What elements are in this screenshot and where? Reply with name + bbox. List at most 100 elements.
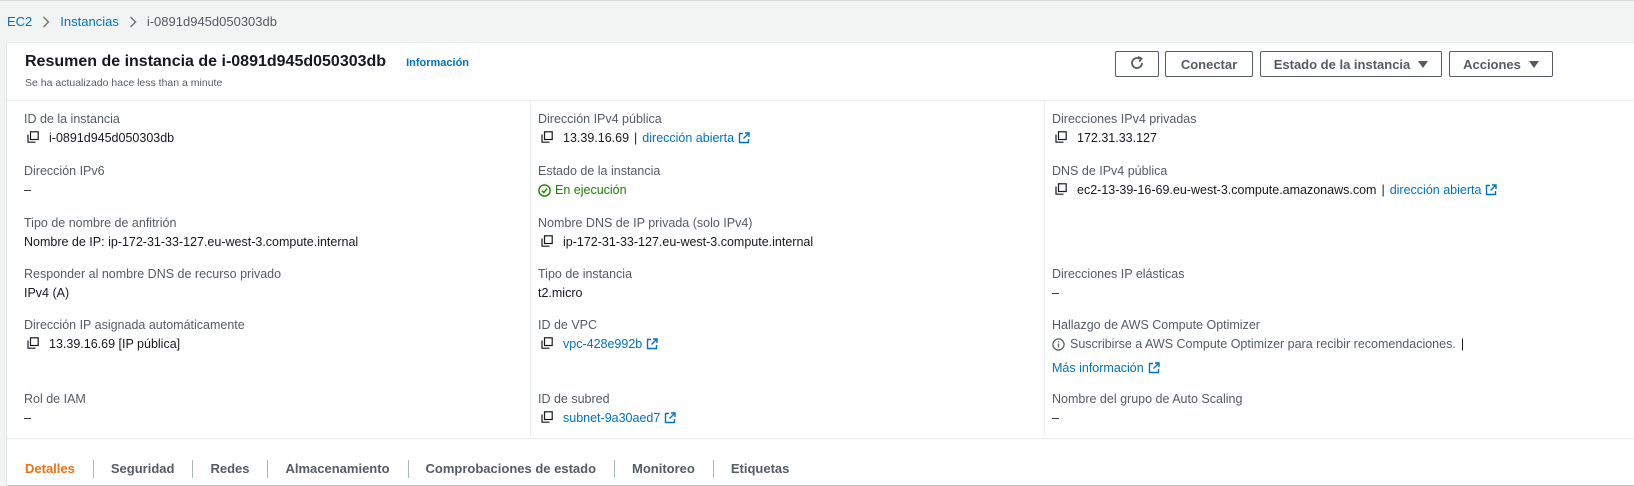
field-label: ID de la instancia [24,112,120,126]
external-link-icon [647,338,658,350]
instance-id-value: i-0891d945d050303db [49,131,175,145]
auto-ip-value: 13.39.16.69 [IP pública] [49,337,181,351]
tab-storage[interactable]: Almacenamiento [267,455,407,486]
more-info-link[interactable]: Más información [1052,360,1160,376]
page-title: Resumen de instancia de i-0891d945d05030… [25,53,387,70]
field-label: Tipo de nombre de anfitrión [24,216,177,230]
field-auto-ip: Dirección IP asignada automáticamente 13… [24,317,245,352]
breadcrumb-current: i-0891d945d050303db [146,14,277,29]
field-instance-state: Estado de la instancia En ejecución [538,163,660,198]
caret-down-icon [1418,57,1429,72]
field-public-ipv4: Dirección IPv4 pública 13.39.16.69 | dir… [538,111,750,146]
info-link[interactable]: Información [406,57,469,69]
external-link-icon [1486,184,1498,196]
chevron-right-icon [42,16,50,28]
tab-security[interactable]: Seguridad [92,455,193,486]
chevron-right-icon [129,16,137,28]
info-icon [1052,337,1065,351]
copy-icon[interactable] [541,337,555,351]
field-label: Nombre DNS de IP privada (solo IPv4) [538,216,753,230]
field-iam-role: Rol de IAM – [24,391,86,426]
tab-monitoring[interactable]: Monitoreo [614,455,713,486]
field-private-dns: Nombre DNS de IP privada (solo IPv4) ip-… [538,215,813,250]
elastic-ip-value: – [1052,286,1059,300]
field-hostname-type: Tipo de nombre de anfitrión Nombre de IP… [24,215,358,250]
tab-details[interactable]: Detalles [7,455,93,486]
private-ipv4-value: 172.31.33.127 [1077,131,1157,145]
copy-icon[interactable] [27,337,41,351]
subnet-link[interactable]: subnet-9a30aed7 [563,410,677,426]
instance-state-label: Estado de la instancia [1273,56,1411,72]
field-label: ID de subred [538,392,610,406]
field-label: Hallazgo de AWS Compute Optimizer [1052,318,1260,332]
optimizer-value: Suscribirse a AWS Compute Optimizer para… [1070,337,1456,351]
breadcrumb: EC2 Instancias i-0891d945d050303db [0,0,1634,42]
actions-label: Acciones [1463,56,1521,72]
vpc-link[interactable]: vpc-428e992b [563,336,658,352]
tab-networking[interactable]: Redes [192,455,267,486]
field-vpc-id: ID de VPC vpc-428e992b [538,317,658,352]
field-subnet-id: ID de subred subnet-9a30aed7 [538,391,677,426]
subnet-id-value: subnet-9a30aed7 [563,411,661,425]
copy-icon[interactable] [541,235,555,249]
instance-state-value: En ejecución [555,183,627,197]
instance-type-value: t2.micro [538,286,583,300]
last-updated-text: Se ha actualizado hace less than a minut… [25,77,223,89]
check-circle-icon [538,183,551,197]
field-label: Dirección IPv6 [24,164,105,178]
refresh-icon [1129,55,1145,74]
separator: | [634,131,638,145]
instance-state-dropdown[interactable]: Estado de la instancia [1260,51,1442,77]
field-instance-type: Tipo de instancia t2.micro [538,266,632,301]
private-dns-value: ip-172-31-33-127.eu-west-3.compute.inter… [563,235,814,249]
field-label: Tipo de instancia [538,267,633,281]
field-label: Direcciones IPv4 privadas [1052,112,1197,126]
column-divider [530,101,531,436]
separator: | [1460,337,1465,351]
vpc-id-value: vpc-428e992b [563,337,643,351]
open-address-label: dirección abierta [642,131,735,145]
field-label: Direcciones IP elásticas [1052,267,1185,281]
field-auto-scaling-group: Nombre del grupo de Auto Scaling – [1052,391,1242,426]
ipv6-value: – [24,183,31,197]
status-running: En ejecución [538,182,627,198]
asg-value: – [1052,411,1059,425]
open-address-link[interactable]: dirección abierta [1390,182,1498,198]
field-label: Estado de la instancia [538,164,661,178]
public-dns-value: ec2-13-39-16-69.eu-west-3.compute.amazon… [1077,183,1377,197]
field-label: Nombre del grupo de Auto Scaling [1052,392,1243,406]
field-label: Dirección IP asignada automáticamente [24,318,245,332]
public-ipv4-value: 13.39.16.69 [563,131,630,145]
iam-role-value: – [24,411,31,425]
refresh-button[interactable] [1115,51,1159,77]
field-ipv6: Dirección IPv6 – [24,163,105,198]
detail-tabs: Detalles Seguridad Redes Almacenamiento … [7,438,1634,486]
field-private-ipv4: Direcciones IPv4 privadas 172.31.33.127 [1052,111,1197,146]
breadcrumb-ec2[interactable]: EC2 [7,14,32,29]
field-instance-id: ID de la instancia i-0891d945d050303db [24,111,174,146]
open-address-link[interactable]: dirección abierta [642,130,750,146]
connect-button[interactable]: Conectar [1165,51,1253,77]
field-label: Rol de IAM [24,392,86,406]
tab-tags[interactable]: Etiquetas [712,455,808,486]
separator: | [1381,183,1385,197]
instance-summary-panel: Resumen de instancia de i-0891d945d05030… [7,42,1634,485]
external-link-icon [1148,362,1160,374]
field-elastic-ip: Direcciones IP elásticas – [1052,266,1184,301]
breadcrumb-instances[interactable]: Instancias [60,14,119,29]
copy-icon[interactable] [27,131,41,145]
hostname-type-value: Nombre de IP: ip-172-31-33-127.eu-west-3… [24,235,359,249]
field-compute-optimizer: Hallazgo de AWS Compute Optimizer Suscri… [1052,317,1464,376]
field-public-dns: DNS de IPv4 pública ec2-13-39-16-69.eu-w… [1052,163,1498,198]
copy-icon[interactable] [1055,131,1069,145]
details-grid: ID de la instancia i-0891d945d050303db D… [7,101,1634,436]
copy-icon[interactable] [1055,183,1069,197]
actions-dropdown[interactable]: Acciones [1449,51,1553,77]
field-label: DNS de IPv4 pública [1052,164,1168,178]
copy-icon[interactable] [541,131,555,145]
tab-status-checks[interactable]: Comprobaciones de estado [407,455,614,486]
copy-icon[interactable] [541,411,555,425]
field-resource-dns: Responder al nombre DNS de recurso priva… [24,266,281,301]
panel-header: Resumen de instancia de i-0891d945d05030… [7,43,1634,101]
field-label: ID de VPC [538,318,598,332]
